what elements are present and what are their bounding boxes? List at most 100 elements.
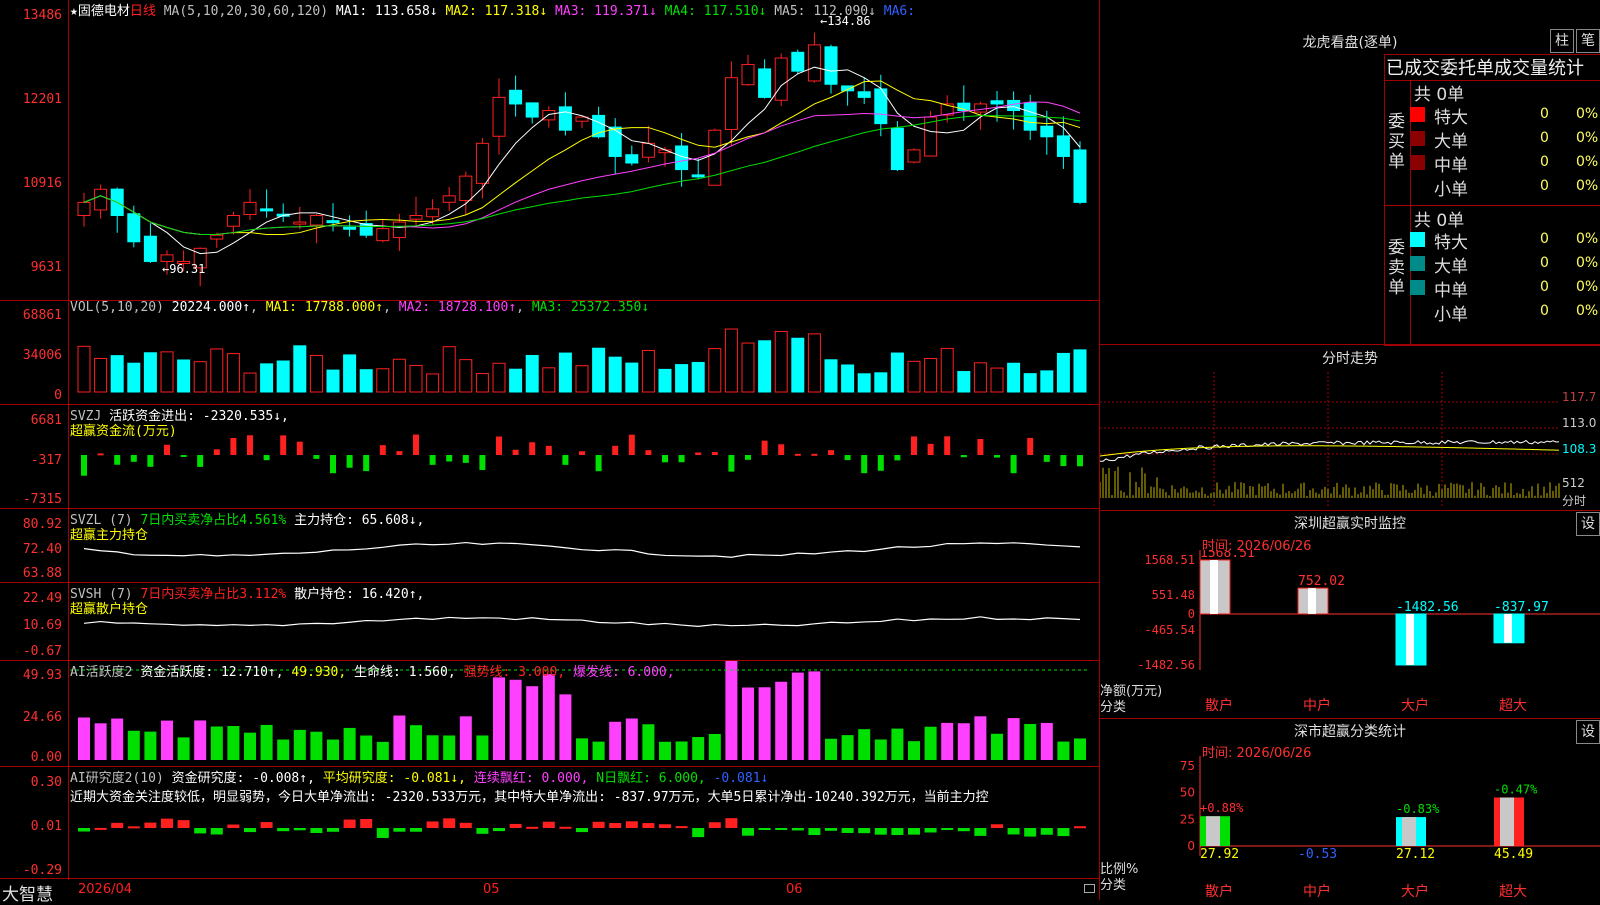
sc-settings-button[interactable]: 设 (1576, 720, 1600, 744)
fund-flow-bar (662, 455, 668, 463)
sc-ytick: 25 (1180, 812, 1195, 826)
sc-category-label: 大户 (1401, 883, 1429, 900)
volume-bar (857, 373, 871, 393)
research-bar (924, 828, 937, 833)
sz-bar-highlight (1504, 613, 1512, 643)
ma3-value: MA3: 119.371↓ (555, 4, 657, 19)
research-bar (659, 824, 671, 828)
fund-flow-bar (97, 453, 104, 456)
activity-bar (891, 728, 904, 760)
buy-orders-label: 委买单 (1388, 112, 1405, 172)
fund-flow-bar (396, 451, 403, 455)
volume-bar (1007, 362, 1021, 393)
chart-area[interactable]: ★固德电材日线 MA(5,10,20,30,60,120) MA1: 113.6… (0, 0, 1100, 905)
candle-body (1040, 125, 1054, 138)
candle-body (210, 234, 224, 240)
order-row-name: 小单 (1434, 305, 1468, 325)
order-row-count: 0 (1540, 255, 1549, 271)
star-icon[interactable]: ★ (70, 4, 78, 19)
lock-icon[interactable] (1084, 884, 1095, 893)
fund-flow-bar (247, 435, 253, 455)
fund-flow-bar (462, 455, 469, 463)
ai1-ytick-1: 24.66 (22, 710, 62, 725)
sz-value-label: -1482.56 (1396, 600, 1459, 615)
volume-bar (807, 333, 821, 393)
fund-flow-bar (645, 450, 652, 455)
research-bar (891, 828, 904, 836)
sz-settings-button[interactable]: 设 (1576, 512, 1600, 536)
sz-ytick: 1568.51 (1144, 553, 1195, 567)
volume-bar (525, 354, 539, 393)
fund-flow-bar (595, 455, 602, 472)
brand-logo: 大智慧 (2, 885, 53, 905)
research-bar (127, 826, 140, 829)
volume-bar (177, 359, 191, 393)
order-color-swatch (1410, 107, 1425, 122)
activity-bar (725, 660, 738, 760)
volume-bar (1073, 349, 1087, 393)
fund-flow-bar (844, 455, 851, 461)
period-label[interactable]: 日线 (130, 4, 156, 19)
volume-bar (774, 330, 788, 393)
fund-flow-bar (579, 451, 585, 455)
order-row-count: 0 (1540, 130, 1549, 146)
candle-body (1056, 135, 1070, 157)
order-row-count: 0 (1540, 231, 1549, 247)
research-bar (310, 828, 323, 834)
activity-bar (144, 731, 157, 760)
activity-bar (924, 726, 937, 760)
volume-bar (641, 349, 655, 393)
research-bar (459, 822, 472, 828)
fund-flow-bar (1043, 455, 1050, 462)
activity-bar (78, 717, 90, 760)
candle-body (127, 213, 141, 243)
fund-flow-bar (164, 444, 170, 455)
activity-bar (908, 741, 920, 760)
research-bar (476, 828, 489, 834)
volume-bar (1056, 352, 1070, 393)
sz-bar-highlight (1308, 588, 1316, 614)
sc-top-label: -0.83% (1396, 802, 1440, 816)
activity-bar (974, 716, 987, 760)
fund-flow-bar (778, 444, 785, 455)
volume-bar (758, 340, 772, 393)
activity-bar (493, 677, 505, 760)
sz-category-label: 中户 (1303, 697, 1331, 714)
main-ytick-0: 13486 (22, 8, 62, 23)
candle-body (890, 127, 904, 171)
sz-value-label: 752.02 (1298, 574, 1345, 589)
research-bar (692, 828, 705, 838)
volume-bar (392, 358, 406, 393)
vol-ytick-2: 0 (54, 388, 62, 403)
fund-flow-bar (927, 443, 934, 455)
intraday-tick-1: 113.0 (1562, 416, 1597, 430)
order-row-pct: 0% (1576, 255, 1599, 271)
fund-flow-bar (213, 449, 220, 455)
volume-bar (193, 361, 207, 393)
volume-bar (691, 361, 705, 393)
candle-body (160, 254, 174, 262)
candle-body (143, 235, 157, 262)
column-mode-button[interactable]: 柱 (1550, 29, 1574, 53)
candle-body (509, 89, 523, 105)
volume-bar (243, 372, 257, 393)
high-price-label: ←134.86 (820, 14, 871, 28)
research-bar (443, 818, 456, 828)
intraday-chart[interactable] (1100, 372, 1600, 508)
research-bar (526, 826, 539, 829)
ma4-value: MA4: 117.510↓ (664, 4, 767, 19)
volume-bar (990, 367, 1004, 393)
activity-bar (426, 735, 439, 760)
sc-ytick: 0 (1187, 839, 1195, 853)
sz-value-label: -837.97 (1494, 600, 1549, 615)
volume-bar (1023, 373, 1037, 393)
volume-bar (907, 360, 921, 393)
activity-bar (559, 694, 572, 760)
fund-flow-bar (794, 453, 801, 456)
research-bar (625, 821, 638, 828)
kline-canvas[interactable] (0, 0, 1100, 900)
tick-mode-button[interactable]: 笔 (1576, 29, 1600, 53)
order-row-pct: 0% (1576, 154, 1599, 170)
activity-bar (227, 726, 240, 760)
stock-name: 固德电材 (77, 4, 130, 19)
